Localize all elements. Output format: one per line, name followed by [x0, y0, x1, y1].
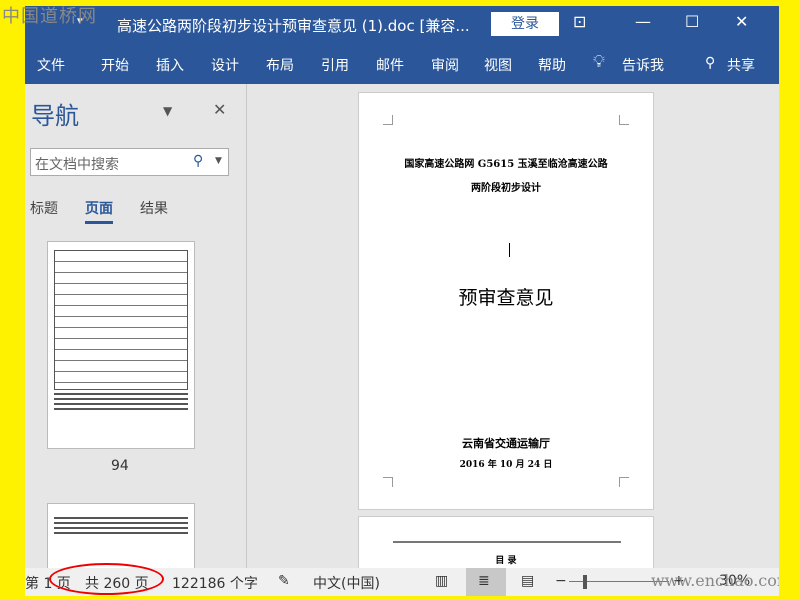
lightbulb-icon: 💡︎	[593, 52, 605, 72]
watermark-logo: 中国道桥网	[2, 6, 97, 27]
doc-date: 2016 年 10 月 24 日	[459, 460, 553, 470]
login-button[interactable]: 登录	[491, 12, 559, 36]
ribbon-tabs: 文件 开始 插入 设计 布局 引用 邮件 审阅 视图 帮助 💡︎ 告诉我 ⚲ 共…	[25, 44, 779, 84]
tell-me-button[interactable]: 告诉我	[622, 55, 664, 75]
tab-design[interactable]: 设计	[211, 55, 239, 75]
tab-file[interactable]: 文件	[37, 55, 65, 75]
doc-org: 云南省交通运输厅	[462, 437, 550, 450]
doc-main-title: 预审查意见	[458, 287, 554, 309]
language[interactable]: 中文(中国)	[313, 573, 380, 593]
doc-line1: 国家高速公路网 G5615 玉溪至临沧高速公路	[404, 159, 608, 170]
tab-help[interactable]: 帮助	[538, 55, 566, 75]
tab-references[interactable]: 引用	[321, 55, 349, 75]
nav-tab-pages[interactable]: 页面	[85, 198, 113, 224]
doc-line2: 两阶段初步设计	[471, 183, 541, 194]
text-cursor	[509, 243, 510, 257]
tab-insert[interactable]: 插入	[156, 55, 184, 75]
document-area: 国家高速公路网 G5615 玉溪至临沧高速公路 两阶段初步设计 预审查意见 云南…	[248, 84, 779, 568]
search-icon[interactable]: ⚲	[193, 153, 203, 169]
tab-home[interactable]: 开始	[101, 55, 129, 75]
minimize-button[interactable]: —	[635, 12, 651, 31]
document-title: 高速公路两阶段初步设计预审查意见 (1).doc [兼容...	[117, 17, 470, 35]
print-layout-icon[interactable]: ≣	[466, 568, 506, 596]
ribbon-display-icon[interactable]: ⊡	[573, 12, 586, 31]
nav-heading: 导航	[31, 102, 79, 130]
tab-view[interactable]: 视图	[484, 55, 512, 75]
share-button[interactable]: 共享	[727, 55, 755, 75]
nav-tab-results[interactable]: 结果	[140, 198, 168, 218]
title-bar: ▾ 高速公路两阶段初步设计预审查意见 (1).doc [兼容... 登录 ⊡ —…	[25, 6, 779, 44]
word-window: ▾ 高速公路两阶段初步设计预审查意见 (1).doc [兼容... 登录 ⊡ —…	[25, 6, 779, 596]
web-layout-icon[interactable]: ▤	[521, 573, 534, 589]
nav-options-icon[interactable]: ▼	[163, 104, 172, 118]
watermark-url: www.enchao.com	[651, 571, 779, 590]
close-nav-icon[interactable]: ✕	[213, 100, 226, 119]
tab-mailings[interactable]: 邮件	[376, 55, 404, 75]
doc-toc-heading: 目 录	[495, 556, 517, 566]
proofing-icon[interactable]: ✎	[278, 573, 290, 589]
word-count[interactable]: 122186 个字	[172, 573, 258, 593]
tab-review[interactable]: 审阅	[431, 55, 459, 75]
tab-layout[interactable]: 布局	[266, 55, 294, 75]
search-dropdown-icon[interactable]: ▼	[215, 156, 222, 166]
page-thumbnail[interactable]	[47, 241, 195, 449]
thumbnail-page-number: 94	[111, 458, 129, 474]
zoom-out-button[interactable]: −	[555, 573, 567, 589]
page-thumbnail[interactable]	[47, 503, 195, 573]
zoom-slider-thumb[interactable]	[583, 575, 587, 589]
read-mode-icon[interactable]: ▥	[435, 573, 448, 589]
nav-tab-headings[interactable]: 标题	[30, 198, 58, 218]
document-page[interactable]: 目 录	[358, 516, 654, 568]
navigation-pane: 导航 ▼ ✕ 在文档中搜索 ⚲ ▼ 标题 页面 结果 94	[25, 84, 247, 573]
user-icon: ⚲	[705, 55, 716, 71]
maximize-button[interactable]: ☐	[685, 12, 699, 31]
document-page[interactable]: 国家高速公路网 G5615 玉溪至临沧高速公路 两阶段初步设计 预审查意见 云南…	[358, 92, 654, 510]
highlight-annotation-circle	[49, 563, 164, 595]
close-button[interactable]: ✕	[735, 12, 748, 31]
